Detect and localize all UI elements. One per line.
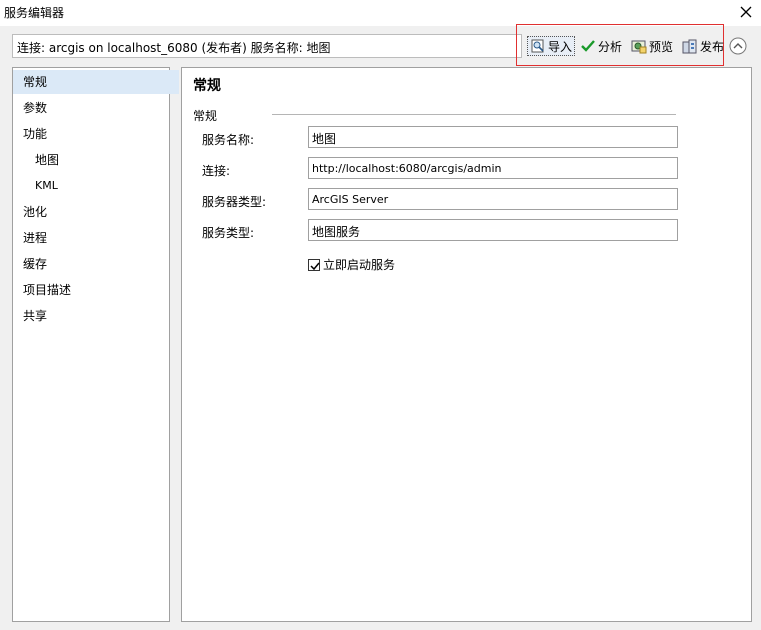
- analyze-label: 分析: [598, 39, 623, 54]
- start-service-label: 立即启动服务: [323, 258, 396, 272]
- close-icon: [740, 6, 752, 18]
- group-divider: [272, 114, 676, 115]
- chevron-up-icon: [729, 37, 747, 55]
- service-type-input[interactable]: 地图服务: [308, 219, 678, 241]
- start-service-checkbox[interactable]: [308, 258, 320, 271]
- analyze-button[interactable]: 分析: [580, 36, 622, 56]
- sidebar-item-general[interactable]: 常规: [13, 70, 179, 94]
- main-panel: 常规 常规 服务名称: 地图 连接: http://localhost:6080…: [181, 67, 752, 622]
- connection-text: 连接: arcgis on localhost_6080 (发布者) 服务名称:…: [17, 41, 331, 55]
- sidebar-item-parameters[interactable]: 参数: [13, 96, 179, 120]
- publish-label: 发布: [700, 39, 725, 54]
- start-service-checkbox-row[interactable]: 立即启动服务: [308, 256, 395, 273]
- sidebar-item-sharing[interactable]: 共享: [13, 304, 179, 328]
- import-label: 导入: [548, 39, 573, 54]
- import-icon: [531, 39, 544, 53]
- connection-label: 连接:: [202, 164, 231, 178]
- server-type-label: 服务器类型:: [202, 195, 267, 209]
- check-icon: [310, 262, 320, 270]
- import-button[interactable]: 导入: [527, 36, 576, 56]
- preview-button[interactable]: 预览: [631, 36, 673, 56]
- preview-label: 预览: [649, 39, 674, 54]
- sidebar-item-kml[interactable]: KML: [13, 174, 191, 198]
- service-name-input[interactable]: 地图: [308, 126, 678, 148]
- server-type-value: ArcGIS Server: [312, 193, 389, 206]
- service-name-label: 服务名称:: [202, 133, 255, 147]
- close-button[interactable]: [737, 2, 755, 22]
- sidebar-item-processes[interactable]: 进程: [13, 226, 179, 250]
- sidebar-item-map[interactable]: 地图: [13, 148, 191, 172]
- sidebar-item-capabilities[interactable]: 功能: [13, 122, 179, 146]
- publish-button[interactable]: 发布: [682, 36, 724, 56]
- connection-value: http://localhost:6080/arcgis/admin: [312, 162, 502, 175]
- title-bar: 服务编辑器: [0, 0, 761, 26]
- connection-input[interactable]: http://localhost:6080/arcgis/admin: [308, 157, 678, 179]
- checkmark-icon: [581, 40, 595, 52]
- window-title: 服务编辑器: [4, 6, 65, 20]
- server-type-input[interactable]: ArcGIS Server: [308, 188, 678, 210]
- collapse-button[interactable]: [729, 37, 747, 55]
- sidebar-item-pooling[interactable]: 池化: [13, 200, 179, 224]
- preview-icon: [631, 40, 647, 54]
- sidebar-item-caching[interactable]: 缓存: [13, 252, 179, 276]
- service-type-label: 服务类型:: [202, 226, 255, 240]
- sidebar-item-item-description[interactable]: 项目描述: [13, 278, 179, 302]
- connection-box: 连接: arcgis on localhost_6080 (发布者) 服务名称:…: [12, 34, 522, 58]
- service-name-value: 地图: [312, 132, 337, 146]
- page-title: 常规: [193, 78, 221, 94]
- group-label: 常规: [193, 109, 218, 123]
- publish-icon: [682, 39, 697, 54]
- sidebar: 常规 参数 功能 地图 KML 池化 进程 缓存 项目描述 共享: [12, 67, 179, 622]
- service-type-value: 地图服务: [312, 225, 361, 239]
